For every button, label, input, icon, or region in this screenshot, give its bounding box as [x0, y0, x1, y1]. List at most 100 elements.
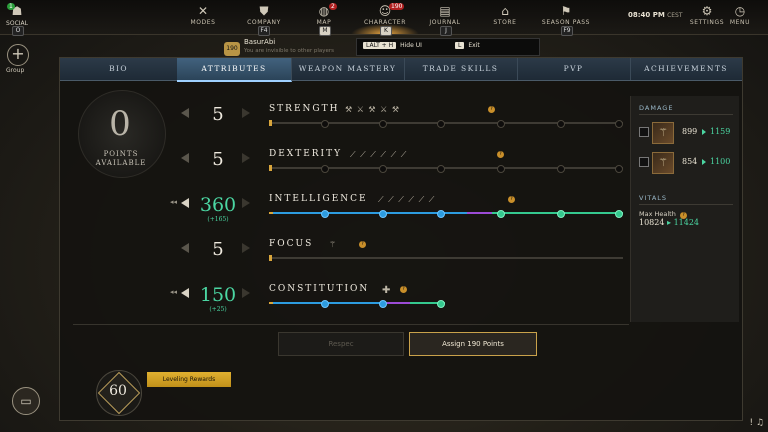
damage-checkbox[interactable] [639, 127, 649, 137]
decrease-focus-button[interactable] [181, 243, 189, 253]
dexterity-info-icon[interactable]: ? [497, 151, 504, 158]
character-keycap: K [380, 26, 392, 36]
damage-checkbox[interactable] [639, 157, 649, 167]
tab-pvp[interactable]: PVP [517, 58, 631, 80]
nav-menu[interactable]: ◷ MENU [717, 4, 763, 26]
tab-weapon-mastery[interactable]: WEAPON MASTERY [291, 58, 405, 80]
increase-focus-button[interactable] [242, 243, 250, 253]
season-pass-keycap: F9 [561, 26, 573, 36]
damage-title: DAMAGE [639, 104, 674, 112]
weapon-icon: ⚚ [652, 152, 674, 174]
strength-progress-tick [269, 120, 272, 126]
focus-progress-tick [269, 255, 272, 261]
decrease-constitution-button[interactable] [181, 288, 189, 298]
damage-new: 1159 [710, 127, 731, 136]
decrease-strength-button[interactable] [181, 108, 189, 118]
decrease-intelligence-button[interactable] [181, 198, 189, 208]
max-health-new: 11424 [673, 218, 700, 227]
focus-weapons-icon: ⚚ [329, 240, 338, 249]
level-value: 60 [109, 383, 127, 399]
nav-character[interactable]: ☺ CHARACTER [355, 4, 415, 26]
decrease-max-intelligence-button[interactable]: ◂◂ [170, 198, 177, 206]
dexterity-milestone-node [557, 165, 565, 173]
damage-current: 854 [682, 157, 698, 166]
damage-current: 899 [682, 127, 698, 136]
max-health-values: 10824 ▸ 11424 [639, 218, 699, 227]
dexterity-progress-tick [269, 165, 272, 171]
intelligence-milestone-node [557, 210, 565, 218]
vitals-title: VITALS [639, 194, 668, 202]
increase-dexterity-button[interactable] [242, 153, 250, 163]
hotkey-hint-bar: LALT + H Hide UI L Exit [356, 38, 540, 56]
max-health-label-text: Max Health [639, 210, 676, 218]
map-keycap: M [319, 26, 331, 36]
exit-hint[interactable]: L Exit [455, 42, 480, 49]
nav-company[interactable]: ⛊ COMPANY [234, 4, 294, 26]
nav-journal-label: JOURNAL [429, 19, 461, 26]
constitution-milestone-node [321, 300, 329, 308]
attribute-row-constitution: ◂◂ 150 (+25) CONSTITUTION ✚ ? [60, 284, 640, 324]
nav-journal[interactable]: ▤ JOURNAL [415, 4, 475, 26]
clock: 08:40 PM CEST [628, 11, 683, 19]
constitution-progress-fill [269, 302, 445, 304]
damage-new: 1100 [710, 157, 731, 166]
social-keycap: O [12, 26, 24, 36]
decrease-dexterity-button[interactable] [181, 153, 189, 163]
nav-season-pass[interactable]: ⚑ SEASON PASS [536, 4, 596, 26]
character-icon: ☺ [378, 4, 392, 18]
tab-bio[interactable]: BIO [60, 58, 178, 80]
nav-store-label: STORE [493, 19, 517, 26]
damage-row: ⚚ 899 1159 [639, 122, 735, 144]
strength-milestone-node [321, 120, 329, 128]
respec-button[interactable]: Respec [278, 332, 404, 356]
tab-trade-skills[interactable]: TRADE SKILLS [404, 58, 518, 80]
strength-info-icon[interactable]: ? [488, 106, 495, 113]
nav-modes-label: MODES [190, 19, 216, 26]
focus-progress-track [269, 255, 623, 261]
dexterity-milestone-node [379, 165, 387, 173]
intelligence-milestone-node [321, 210, 329, 218]
exit-label: Exit [468, 42, 480, 49]
decrease-max-constitution-button[interactable]: ◂◂ [170, 288, 177, 296]
increase-constitution-button[interactable] [242, 288, 250, 298]
damage-row: ⚚ 854 1100 [639, 152, 735, 174]
vitals-rule [639, 204, 733, 205]
damage-rule [639, 114, 733, 115]
chat-button[interactable]: ▭ [12, 387, 40, 415]
nav-modes[interactable]: ✕ MODES [173, 4, 233, 26]
increase-strength-button[interactable] [242, 108, 250, 118]
intelligence-info-icon[interactable]: ? [508, 196, 515, 203]
microphone-icon: ♫ [755, 418, 764, 428]
constitution-info-icon[interactable]: ? [400, 286, 407, 293]
tab-achievements[interactable]: ACHIEVEMENTS [630, 58, 742, 80]
nav-store[interactable]: ⌂ STORE [475, 4, 535, 26]
intelligence-value: 360 [199, 194, 237, 216]
plus-icon: + [11, 44, 25, 63]
intelligence-milestone-node [615, 210, 623, 218]
nav-map[interactable]: ◍ MAP [294, 4, 354, 26]
tab-bar: BIO ATTRIBUTES WEAPON MASTERY TRADE SKIL… [60, 58, 742, 82]
nav-menu-label: MENU [729, 19, 751, 26]
leveling-rewards-button[interactable]: Leveling Rewards [147, 372, 231, 387]
tab-attributes[interactable]: ATTRIBUTES [177, 58, 292, 82]
season-pass-icon: ⚑ [560, 4, 572, 18]
player-level-badge: 190 [224, 42, 240, 56]
intelligence-milestone-node [379, 210, 387, 218]
dexterity-milestone-node [497, 165, 505, 173]
arrow-right-icon: ▸ [667, 218, 672, 227]
focus-info-icon[interactable]: ? [359, 241, 366, 248]
swords-icon: ✕ [197, 4, 209, 18]
max-health-current: 10824 [639, 218, 665, 227]
hide-ui-hint[interactable]: LALT + H Hide UI [363, 42, 422, 49]
alert-icon: ! [749, 418, 754, 428]
intelligence-label: INTELLIGENCE [269, 194, 368, 204]
hide-ui-key: LALT + H [363, 42, 397, 49]
group-add-button[interactable]: + [7, 44, 29, 66]
menu-icon: ◷ [734, 4, 746, 18]
constitution-bonus: (+25) [209, 306, 227, 313]
dexterity-weapons-icon: ⟋ ⟋ ⟋ ⟋ ⟋ ⟋ [350, 150, 408, 159]
dexterity-progress-track [269, 165, 623, 173]
increase-intelligence-button[interactable] [242, 198, 250, 208]
assign-points-button[interactable]: Assign 190 Points [409, 332, 537, 356]
strength-milestone-node [437, 120, 445, 128]
